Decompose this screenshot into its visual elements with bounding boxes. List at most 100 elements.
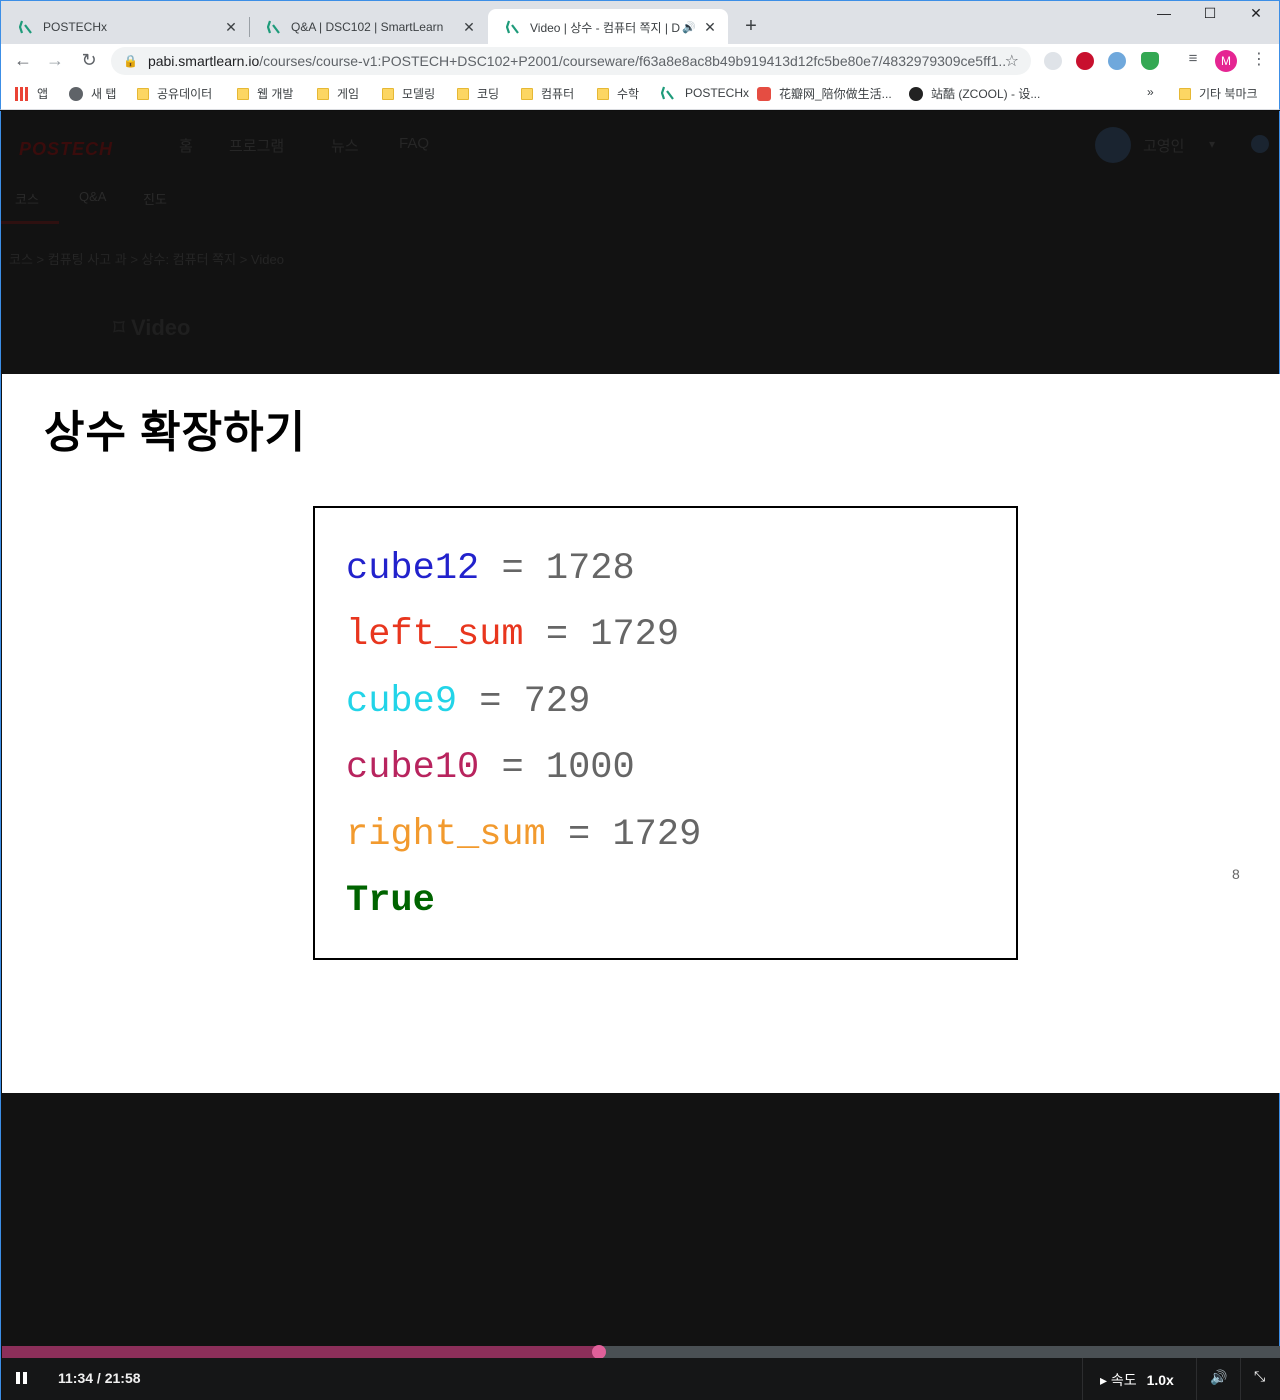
play-triangle-icon: ▸ <box>1100 1372 1108 1388</box>
user-menu-chevron-icon[interactable]: ▾ <box>1209 137 1215 151</box>
breadcrumb[interactable]: 코스 > 컴퓨팅 사고 과 > 상수: 컴퓨터 쪽지 > Video <box>9 249 284 268</box>
close-icon[interactable]: ✕ <box>223 19 239 36</box>
variable-name: cube12 <box>346 548 480 590</box>
speaker-icon[interactable]: 🔊 <box>682 21 696 34</box>
user-name[interactable]: 고영인 <box>1143 135 1184 156</box>
speed-value: 1.0x <box>1146 1372 1174 1388</box>
pause-button[interactable] <box>14 1370 30 1388</box>
speed-button[interactable]: ▸ 속도 1.0x <box>1100 1370 1174 1390</box>
bookmark-other[interactable]: 기타 북마크 <box>1179 85 1258 102</box>
site-logo[interactable]: POSTECH <box>19 139 113 160</box>
smartlearn-icon <box>267 19 283 35</box>
assignment-operator: = <box>479 747 546 789</box>
bookmark-folder[interactable]: 컴퓨터 <box>521 85 574 102</box>
close-icon[interactable]: ✕ <box>461 19 477 36</box>
nav-item-programs[interactable]: 프로그램 <box>229 135 284 156</box>
folder-icon <box>382 87 394 100</box>
extension-icon[interactable] <box>1076 52 1094 70</box>
bookmarks-bar: 앱 새 탭 공유데이터 웹 개발 게임 모델링 코딩 컴퓨터 수학 POSTEC… <box>0 78 1280 110</box>
profile-avatar[interactable]: M <box>1215 50 1237 72</box>
bookmark-zcool[interactable]: 站酷 (ZCOOL) - 设... <box>909 85 1040 102</box>
code-result: True <box>346 880 435 922</box>
bookmark-label: 공유데이터 <box>157 87 213 101</box>
tab-postechx[interactable]: POSTECHx ✕ <box>1 9 249 45</box>
url-text[interactable]: pabi.smartlearn.io/courses/course-v1:POS… <box>148 53 1005 69</box>
bookmark-apps[interactable]: 앱 <box>15 85 48 102</box>
bookmark-folder[interactable]: 게임 <box>317 85 359 102</box>
bookmark-folder[interactable]: 공유데이터 <box>137 85 212 102</box>
window-close-button[interactable]: ✕ <box>1233 5 1279 22</box>
volume-icon[interactable]: 🔊 <box>1210 1369 1227 1386</box>
back-arrow-icon[interactable]: ← <box>11 50 35 71</box>
variable-name: right_sum <box>346 814 546 856</box>
exit-fullscreen-icon[interactable]: ⤡ <box>1254 1368 1265 1385</box>
folder-icon <box>137 87 149 100</box>
bookmark-new-tab[interactable]: 새 탭 <box>69 85 116 102</box>
tab-video[interactable]: Video | 상수 - 컴퓨터 쪽지 | D 🔊 ✕ <box>488 9 728 45</box>
extension-icon[interactable] <box>1108 52 1126 70</box>
reload-icon[interactable]: ↻ <box>77 50 101 71</box>
smartlearn-icon <box>506 19 522 35</box>
speed-label: 속도 <box>1110 1372 1137 1388</box>
tab-title: POSTECHx <box>43 20 108 34</box>
bookmark-folder[interactable]: 수학 <box>597 85 639 102</box>
active-tab-indicator <box>1 221 59 224</box>
bookmarks-overflow-chevron[interactable]: » <box>1147 85 1154 99</box>
bookmark-star-icon[interactable]: ☆ <box>1005 51 1019 71</box>
variable-name: cube9 <box>346 681 458 723</box>
variable-name: left_sum <box>346 614 524 656</box>
control-divider <box>1240 1358 1241 1400</box>
media-controls-icon[interactable]: ≡ <box>1181 50 1205 67</box>
video-frame[interactable]: 상수 확장하기 cube12 = 1728 left_sum = 1729 cu… <box>2 374 1280 1093</box>
user-avatar[interactable] <box>1095 127 1131 163</box>
new-tab-button[interactable]: + <box>739 15 763 38</box>
url-path: /courses/course-v1:POSTECH+DSC102+P2001/… <box>259 53 1005 69</box>
tab-title: Q&A | DSC102 | SmartLearn <box>291 20 444 34</box>
code-line: left_sum = 1729 <box>346 614 679 656</box>
tab-qa[interactable]: Q&A | DSC102 | SmartLearn ✕ <box>249 9 487 45</box>
minimize-button[interactable]: — <box>1141 5 1187 21</box>
control-divider <box>1196 1358 1197 1400</box>
forward-arrow-icon[interactable]: → <box>43 50 67 71</box>
close-icon[interactable]: ✕ <box>702 19 718 36</box>
bookmark-huaban[interactable]: 花瓣网_陪你做生活... <box>757 85 892 102</box>
bookmark-label: 새 탭 <box>91 87 117 101</box>
tab-course[interactable]: 코스 <box>15 189 39 208</box>
tab-progress[interactable]: 진도 <box>143 189 167 208</box>
bookmark-folder[interactable]: 코딩 <box>457 85 499 102</box>
zcool-icon <box>909 86 923 101</box>
assignment-operator: = <box>457 681 524 723</box>
code-block: cube12 = 1728 left_sum = 1729 cube9 = 72… <box>313 506 1018 960</box>
nav-item-home[interactable]: 홈 <box>179 135 193 156</box>
variable-value: 729 <box>523 681 591 723</box>
nav-item-faq[interactable]: FAQ <box>399 135 429 152</box>
extension-icon[interactable] <box>1044 52 1062 70</box>
assignment-operator: = <box>545 814 613 856</box>
bookmark-icon[interactable]: ⌑ <box>113 315 125 340</box>
progress-handle[interactable] <box>591 1345 606 1359</box>
folder-icon <box>597 87 609 100</box>
tab-qa[interactable]: Q&A <box>79 189 106 204</box>
bookmark-label: 站酷 (ZCOOL) - 设... <box>931 87 1041 101</box>
shield-extension-icon[interactable] <box>1141 52 1159 70</box>
address-bar[interactable]: 🔒 pabi.smartlearn.io/courses/course-v1:P… <box>111 47 1031 75</box>
bookmark-folder[interactable]: 모델링 <box>382 85 435 102</box>
notification-icon[interactable] <box>1251 135 1269 153</box>
video-progress-bar[interactable] <box>2 1345 1280 1359</box>
code-line: cube10 = 1000 <box>346 747 635 789</box>
progress-fill <box>2 1346 599 1358</box>
video-timecode: 11:34 / 21:58 <box>58 1370 141 1386</box>
maximize-button[interactable]: ☐ <box>1187 5 1233 22</box>
bookmark-label: 기타 북마크 <box>1199 87 1258 101</box>
variable-name: cube10 <box>346 747 480 789</box>
bookmark-folder[interactable]: 웹 개발 <box>237 85 293 102</box>
bookmark-postechx[interactable]: POSTECHx <box>661 85 749 101</box>
folder-icon <box>521 87 533 100</box>
folder-icon <box>237 87 249 100</box>
video-heading: ⌑ Video <box>113 315 191 341</box>
bookmark-label: POSTECHx <box>685 86 750 100</box>
video-controls: 11:34 / 21:58 ▸ 속도 1.0x 🔊 ⤡ <box>2 1358 1280 1400</box>
menu-kebab-icon[interactable]: ⋮ <box>1251 49 1267 69</box>
nav-item-news[interactable]: 뉴스 <box>331 135 359 156</box>
variable-value: 1728 <box>545 548 635 590</box>
